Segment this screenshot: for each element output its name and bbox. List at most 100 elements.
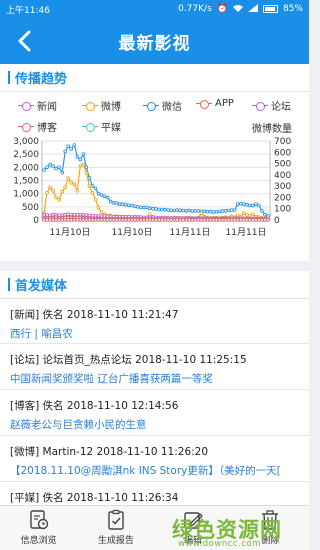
generate-report-button[interactable]: 生成报告: [77, 506, 154, 550]
series-point: [229, 218, 234, 222]
series-point: [263, 212, 267, 217]
document-clock-icon: [29, 510, 48, 530]
legend-label: 微信: [162, 102, 182, 113]
delete-button[interactable]: 删除: [232, 506, 309, 550]
media-item[interactable]: [平媒] 佚名 2018-11-10 11:26:34: [0, 482, 309, 505]
series-point: [66, 176, 70, 180]
series-point: [123, 202, 128, 207]
media-item-meta: [平媒] 佚名 2018-11-10 11:26:34: [10, 492, 179, 504]
series-point: [63, 149, 67, 154]
page-title: 最新影视: [118, 33, 191, 54]
series-point: [245, 213, 249, 217]
series-point: [69, 212, 73, 217]
series-point: [84, 165, 89, 170]
series-point: [217, 218, 222, 222]
legend-label: APP: [215, 98, 234, 109]
edit-icon: [184, 512, 204, 529]
legend-label: 微博: [101, 102, 121, 113]
series-point: [117, 218, 122, 222]
series-point: [96, 205, 101, 210]
series-point: [81, 162, 86, 167]
series-point: [114, 201, 119, 205]
series-point: [157, 218, 161, 222]
series-point: [69, 218, 73, 222]
series-point: [72, 212, 77, 217]
legend-label: 平媒: [101, 123, 121, 134]
series-point: [66, 218, 70, 222]
series-point: [190, 218, 195, 222]
series-point: [196, 209, 201, 213]
series-point: [90, 191, 95, 195]
series-point: [84, 218, 89, 222]
edit-button[interactable]: 编辑: [155, 506, 232, 550]
series-point: [248, 218, 252, 222]
series-point: [130, 218, 134, 222]
series-point: [202, 209, 207, 214]
trash-icon: [262, 510, 279, 530]
media-section-title: 首发媒体: [15, 279, 68, 294]
series-point: [266, 218, 270, 222]
series-point: [81, 212, 86, 217]
series-point: [42, 218, 46, 222]
legend-label: 论坛: [271, 102, 291, 113]
series-point: [69, 147, 73, 151]
media-item-title[interactable]: 【2018.11.10@周勵淇nk INS Story更新】（美好的一天[: [10, 463, 299, 478]
series-point: [60, 189, 64, 194]
series-point: [251, 218, 255, 222]
series-point: [181, 218, 186, 222]
series-point: [260, 209, 264, 213]
media-item-title[interactable]: 赵薇老公与巨贪赖小民的生意: [10, 417, 299, 432]
series-point: [111, 218, 116, 222]
media-item[interactable]: [新闻] 佚名 2018-11-10 11:21:47 西行 | 喻昌农: [0, 299, 309, 344]
legend-swatch: [18, 101, 34, 111]
status-bar: 上午11:46 0.77K/s ⏰ 85%: [0, 0, 309, 18]
series-point: [251, 212, 255, 217]
left-axis-tick: 1,500: [13, 177, 39, 187]
left-axis-tick: 2,000: [13, 163, 39, 173]
series-point: [202, 218, 207, 222]
right-axis-tick: 700: [274, 137, 291, 147]
x-axis-tick: 11月10日: [112, 227, 153, 238]
series-point: [239, 201, 243, 206]
series-point: [72, 182, 77, 186]
series-point: [133, 218, 137, 222]
legend-swatch: [196, 99, 212, 109]
right-axis-tick: 200: [274, 193, 291, 203]
series-point: [136, 218, 140, 222]
series-point: [120, 218, 125, 222]
legend-item: APP: [196, 98, 234, 109]
media-item-title[interactable]: 西行 | 喻昌农: [10, 326, 299, 341]
series-point: [48, 185, 52, 190]
browse-info-button[interactable]: 信息浏览: [0, 506, 77, 550]
series-point: [54, 212, 58, 217]
series-point: [214, 210, 219, 214]
series-point: [48, 218, 52, 222]
series-point: [223, 209, 228, 213]
media-item[interactable]: [论坛] 论坛首页_热点论坛 2018-11-10 11:25:15 中国新闻奖…: [0, 344, 309, 390]
series-point: [90, 218, 95, 222]
app-bar: 最新影视: [0, 18, 309, 64]
series-point: [175, 208, 180, 212]
series-point: [99, 193, 104, 197]
media-item-title[interactable]: 中国新闻奖颁奖啦 辽台广播喜获两篇一等奖: [10, 371, 299, 386]
series-point: [211, 218, 216, 222]
right-axis-tick: 600: [274, 148, 291, 158]
wifi-icon: [232, 4, 243, 15]
back-button[interactable]: [10, 26, 38, 56]
series-point: [136, 205, 140, 209]
right-axis-tick: 300: [274, 182, 291, 192]
legend-item: 微信: [143, 98, 182, 113]
series-point: [139, 205, 143, 210]
right-axis-tick: 500: [274, 160, 291, 170]
legend-item: 新闻: [18, 98, 57, 113]
series-point: [157, 207, 161, 212]
series-point: [45, 165, 49, 170]
media-item[interactable]: [博客] 佚名 2018-11-10 12:14:56 赵薇老公与巨贪赖小民的生…: [0, 390, 309, 436]
series-point: [193, 218, 198, 222]
chart-legend: 新闻 微博 微信 APP 论坛 博客 平媒: [0, 64, 309, 134]
series-point: [108, 199, 113, 204]
series-point: [223, 218, 228, 222]
media-item[interactable]: [微博] Martin-12 2018-11-10 11:26:20 【2018…: [0, 436, 309, 482]
section-accent-bar: [8, 278, 10, 291]
series-point: [220, 209, 225, 213]
